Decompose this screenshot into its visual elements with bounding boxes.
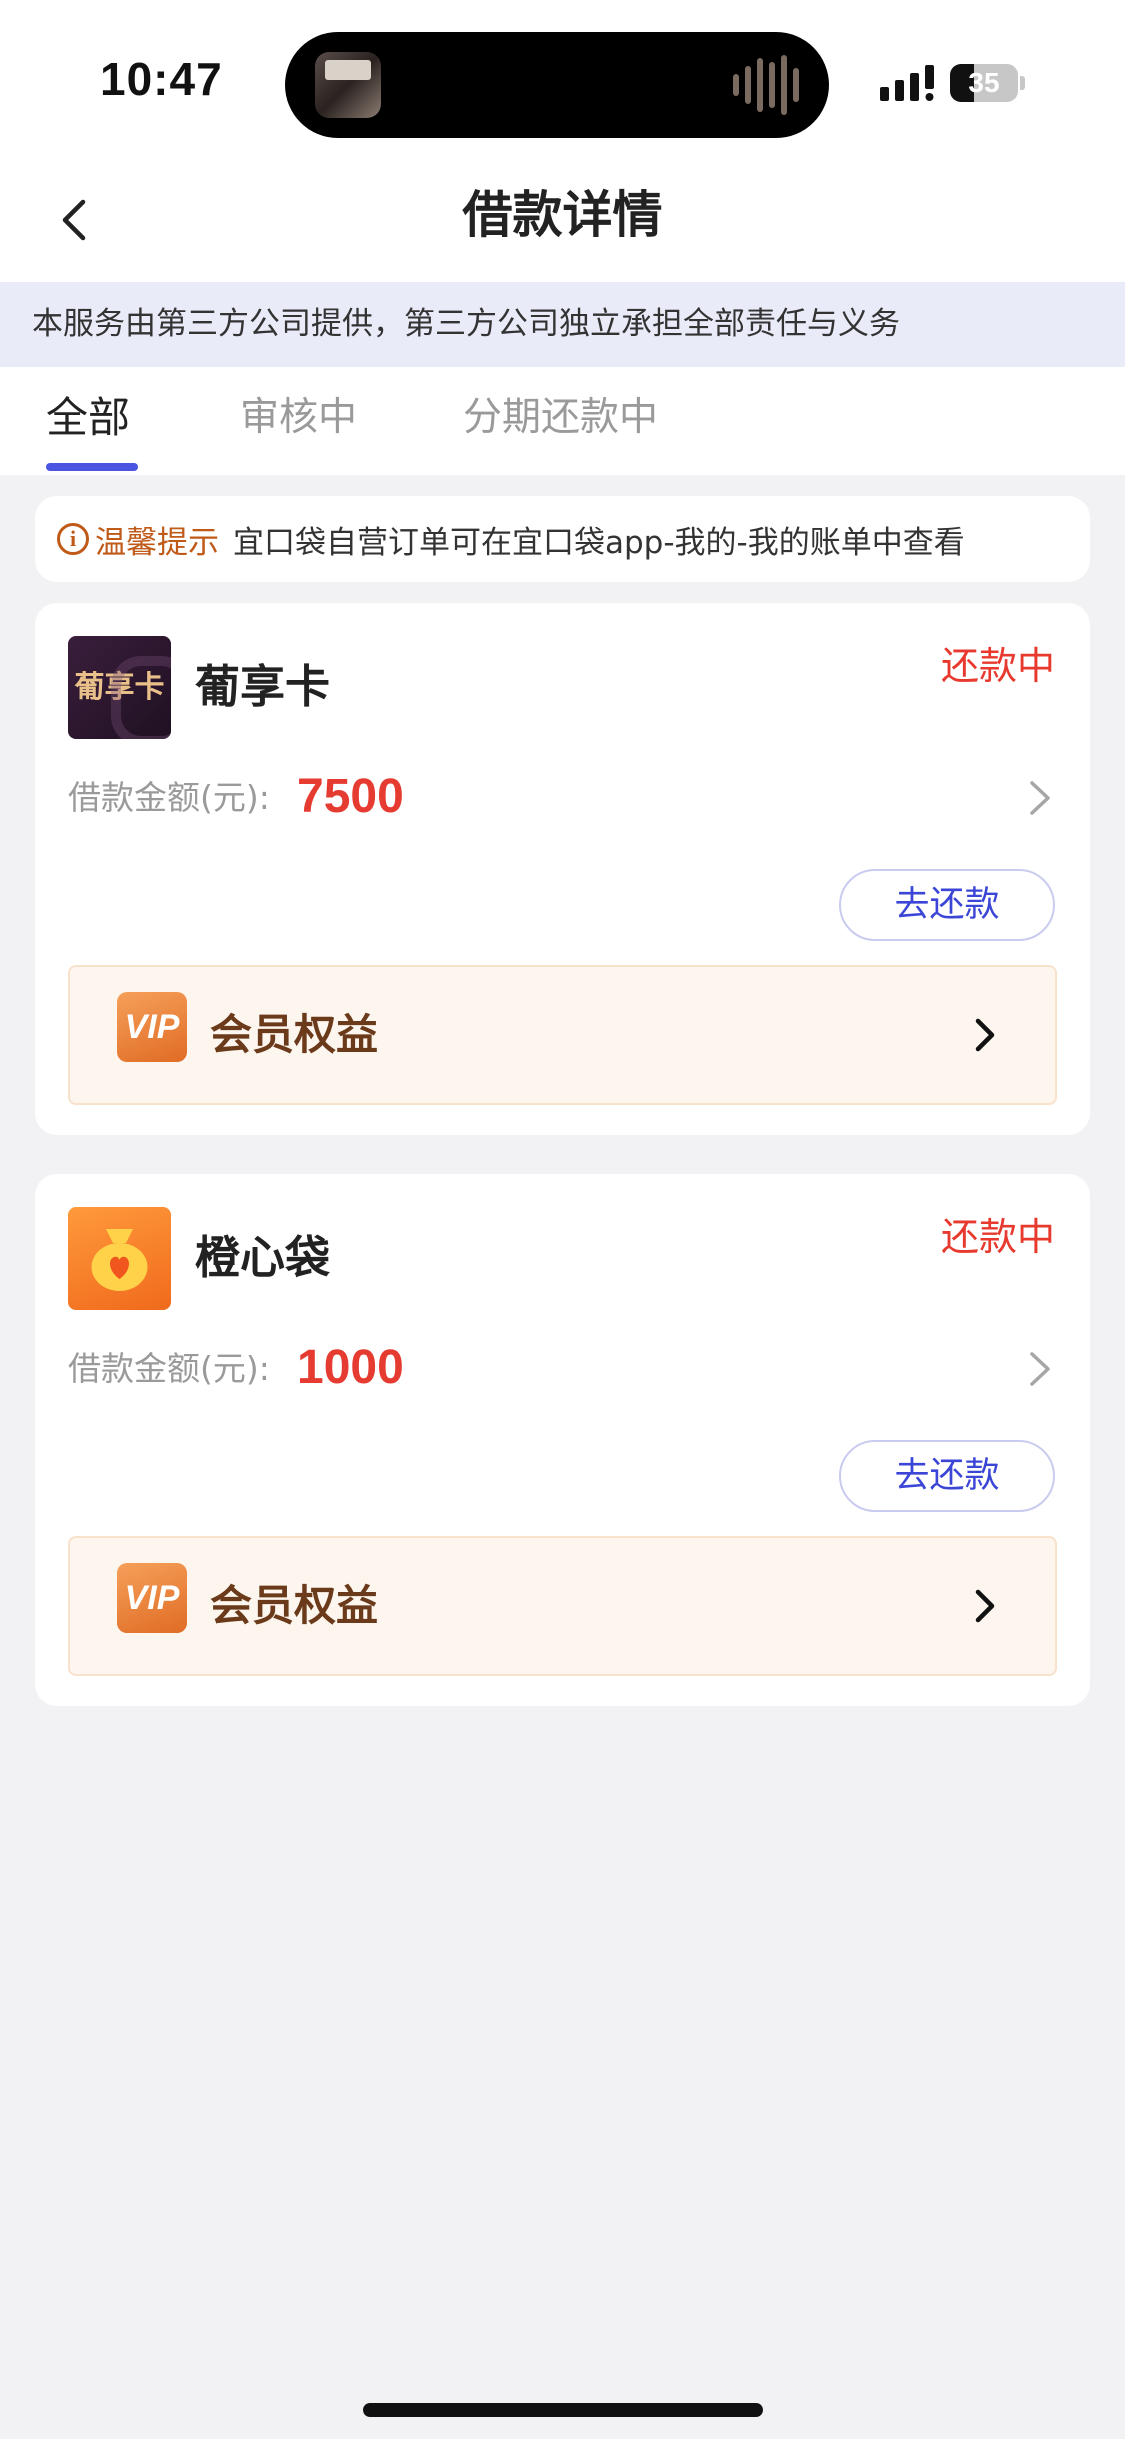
info-circle-icon: i	[57, 523, 89, 555]
vip-benefits-row[interactable]: VIP 会员权益	[68, 1536, 1057, 1676]
loan-card[interactable]: 葡享卡 葡享卡 还款中 借款金额(元): 7500 去还款 VIP 会员权益	[35, 603, 1090, 1135]
tip-text: 宜口袋自营订单可在宜口袋app-我的-我的账单中查看	[233, 524, 965, 561]
amount-value: 7500	[297, 770, 404, 823]
product-name: 橙心袋	[195, 1231, 331, 1284]
vip-badge-icon: VIP	[117, 1563, 187, 1633]
page-title: 借款详情	[462, 186, 663, 244]
battery-level: 35	[968, 67, 1000, 98]
back-button[interactable]	[40, 185, 110, 255]
status-time: 10:47	[100, 53, 223, 105]
status-bar: 10:47 35	[0, 0, 1125, 165]
tab-active-indicator	[46, 463, 138, 471]
chevron-right-icon	[975, 1018, 995, 1052]
third-party-notice: 本服务由第三方公司提供，第三方公司独立承担全部责任与义务	[0, 282, 1125, 367]
vip-badge-text: VIP	[124, 1579, 180, 1617]
loan-status: 还款中	[940, 1215, 1055, 1259]
tip-label: 温馨提示	[95, 524, 219, 561]
amount-label: 借款金额(元):	[68, 778, 270, 817]
tab-under-review[interactable]: 审核中	[240, 393, 357, 443]
product-logo-text: 葡享卡	[74, 670, 165, 705]
product-logo	[68, 1207, 171, 1310]
tip-card: i 温馨提示 宜口袋自营订单可在宜口袋app-我的-我的账单中查看	[35, 496, 1090, 582]
vip-benefits-row[interactable]: VIP 会员权益	[68, 965, 1057, 1105]
amount-value: 1000	[297, 1341, 404, 1394]
chevron-right-icon	[975, 1589, 995, 1623]
product-name: 葡享卡	[195, 660, 331, 713]
tab-installment-repaying[interactable]: 分期还款中	[463, 393, 658, 443]
chevron-right-icon[interactable]	[1020, 1346, 1060, 1392]
product-logo: 葡享卡	[68, 636, 171, 739]
repay-button[interactable]: 去还款	[839, 869, 1055, 941]
cellular-signal-icon	[880, 65, 934, 101]
loan-status: 还款中	[940, 644, 1055, 688]
chevron-right-icon[interactable]	[1020, 775, 1060, 821]
vip-benefits-label: 会员权益	[210, 1581, 379, 1630]
now-playing-artwork	[315, 52, 381, 118]
vip-benefits-label: 会员权益	[210, 1010, 379, 1059]
money-bag-heart-icon	[91, 1229, 148, 1291]
vip-badge-icon: VIP	[117, 992, 187, 1062]
nav-bar: 借款详情	[0, 165, 1125, 282]
status-tabs: 全部 审核中 分期还款中	[0, 367, 1125, 475]
dynamic-island[interactable]	[285, 32, 829, 138]
vip-badge-text: VIP	[124, 1008, 180, 1046]
loan-card[interactable]: 橙心袋 还款中 借款金额(元): 1000 去还款 VIP 会员权益	[35, 1174, 1090, 1706]
chevron-left-icon	[62, 199, 86, 241]
battery-icon: 35	[950, 64, 1018, 102]
battery-cap	[1020, 76, 1025, 90]
repay-button[interactable]: 去还款	[839, 1440, 1055, 1512]
audio-waveform-icon	[733, 54, 799, 116]
home-indicator[interactable]	[363, 2403, 763, 2417]
tab-all[interactable]: 全部	[46, 393, 130, 443]
amount-label: 借款金额(元):	[68, 1349, 270, 1388]
